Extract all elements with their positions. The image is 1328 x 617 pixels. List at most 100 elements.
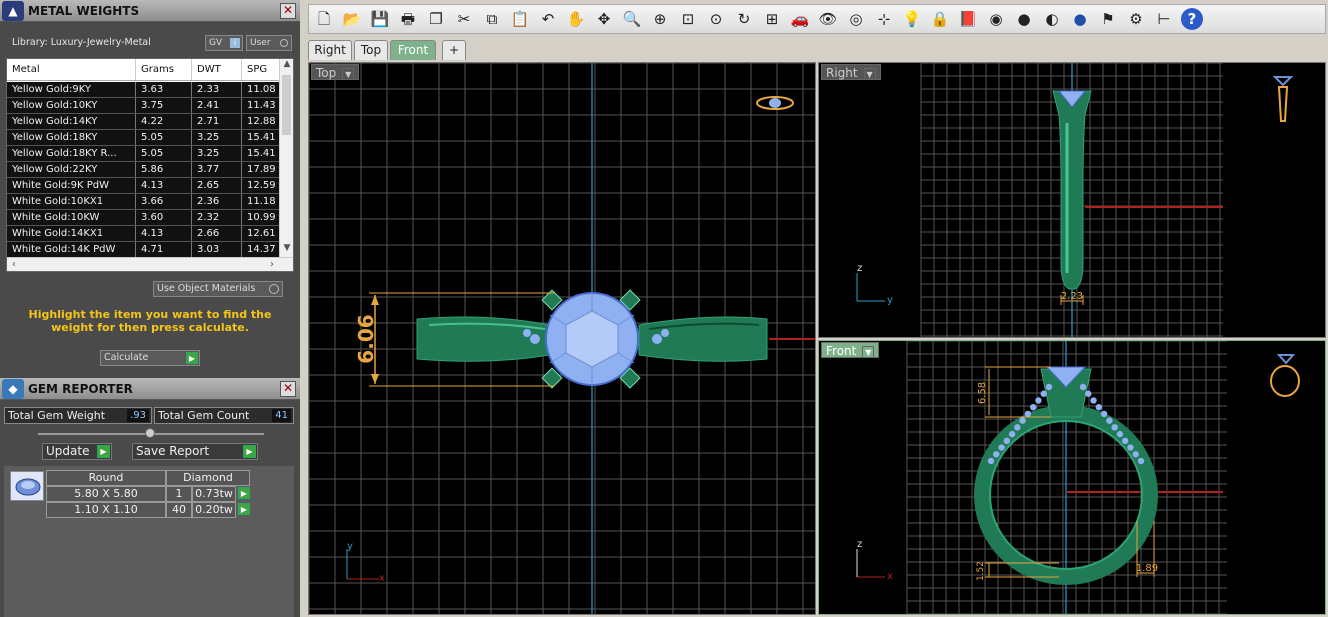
table-cell: 4.13 — [136, 226, 192, 241]
side-stone — [987, 457, 995, 465]
table-row[interactable]: White Gold:10KW 3.60 2.32 10.99 — [7, 210, 281, 226]
size-slider[interactable] — [38, 428, 264, 438]
zoom-window-icon[interactable]: ⊕ — [649, 8, 671, 30]
table-row[interactable]: Yellow Gold:18KY R... 5.05 3.25 15.41 — [7, 146, 281, 162]
gem-table-header: Round Diamond — [46, 470, 270, 486]
new-file-icon[interactable]: 🗋 — [313, 8, 335, 30]
total-gem-count-field: Total Gem Count 41 — [154, 407, 294, 424]
cut-icon[interactable]: ✂ — [453, 8, 475, 30]
flag-icon[interactable]: ⚑ — [1097, 8, 1119, 30]
slider-handle[interactable] — [145, 428, 155, 438]
light-bulb-icon[interactable]: 💡 — [901, 8, 923, 30]
table-row[interactable]: Yellow Gold:14KY 4.22 2.71 12.88 — [7, 114, 281, 130]
table-cell: Yellow Gold:22KY — [7, 162, 136, 177]
layers-icon[interactable]: 📕 — [957, 8, 979, 30]
viewport-top-menu[interactable]: Top ▼ — [311, 64, 360, 80]
zoom-icon[interactable]: 🔍 — [621, 8, 643, 30]
table-row[interactable]: Yellow Gold:18KY 5.05 3.25 15.41 — [7, 130, 281, 146]
table-row[interactable]: Yellow Gold:22KY 5.86 3.77 17.89 — [7, 162, 281, 178]
blue-sphere-icon[interactable]: ● — [1069, 8, 1091, 30]
column-header-spg[interactable]: SPG — [242, 59, 280, 80]
column-header-metal[interactable]: Metal — [7, 59, 136, 80]
side-stone — [1100, 410, 1108, 418]
gem-row[interactable]: 1.10 X 1.10 40 0.20tw ▶ — [46, 502, 270, 518]
copy-view-icon[interactable]: ❐ — [425, 8, 447, 30]
table-cell: 2.32 — [192, 210, 242, 225]
rotate-view-icon[interactable]: ↻ — [733, 8, 755, 30]
help-icon[interactable]: ? — [1181, 8, 1203, 30]
vertical-scrollbar[interactable]: ▲ ▼ — [279, 59, 293, 257]
lock-icon[interactable]: 🔒 — [929, 8, 951, 30]
paste-icon[interactable]: 📋 — [509, 8, 531, 30]
move-icon[interactable]: ✥ — [593, 8, 615, 30]
add-tab-button[interactable]: + — [442, 40, 466, 60]
gem-shape-header: Round — [46, 470, 166, 486]
matrix-logo-icon: ▲ — [2, 1, 24, 21]
table-row[interactable]: White Gold:14K PdW 4.71 3.03 14.37 — [7, 242, 281, 258]
eye-icon[interactable]: 👁 — [817, 8, 839, 30]
user-toggle[interactable]: User — [246, 35, 292, 51]
shaded-sphere-icon[interactable]: ◐ — [1041, 8, 1063, 30]
viewport-right[interactable]: 2.23 y z Right ▼ — [818, 62, 1326, 338]
metal-weights-titlebar: ▲ METAL WEIGHTS ✕ — [0, 0, 300, 22]
gem-row[interactable]: 5.80 X 5.80 1 0.73tw ▶ — [46, 486, 270, 502]
chevron-down-icon: ▼ — [342, 67, 355, 80]
open-folder-icon[interactable]: 📂 — [341, 8, 363, 30]
zoom-extents-icon[interactable]: ⊡ — [677, 8, 699, 30]
column-header-grams[interactable]: Grams — [136, 59, 192, 80]
play-arrow-icon[interactable]: ▶ — [238, 487, 250, 499]
gem-reporter-title: GEM REPORTER — [28, 382, 133, 396]
update-button[interactable]: Update ▶ — [42, 443, 112, 460]
target-icon[interactable]: ◎ — [845, 8, 867, 30]
gem-table: Round Diamond 5.80 X 5.80 1 0.73tw ▶ 1.1… — [46, 470, 270, 518]
table-row[interactable]: Yellow Gold:9KY 3.63 2.33 11.08 — [7, 82, 281, 98]
zoom-selected-icon[interactable]: ⊙ — [705, 8, 727, 30]
tab-right[interactable]: Right — [308, 40, 352, 60]
close-icon[interactable]: ✕ — [280, 3, 296, 19]
table-row[interactable]: Yellow Gold:10KY 3.75 2.41 11.43 — [7, 98, 281, 114]
viewport-right-menu[interactable]: Right ▼ — [821, 64, 881, 80]
table-cell: 2.66 — [192, 226, 242, 241]
print-icon[interactable]: 🖶 — [397, 8, 419, 30]
table-cell: 10.99 — [242, 210, 280, 225]
four-views-icon[interactable]: ⊞ — [761, 8, 783, 30]
viewport-front[interactable]: 6.58 1.52 1.89 x z Front ▼ — [818, 340, 1326, 615]
table-cell: 12.61 — [242, 226, 280, 241]
scroll-thumb[interactable] — [282, 75, 291, 135]
viewport-top-label: Top — [316, 66, 337, 80]
copy-icon[interactable]: ⧉ — [481, 8, 503, 30]
pan-hand-icon[interactable]: ✋ — [565, 8, 587, 30]
gv-toggle[interactable]: GV i — [205, 35, 243, 51]
scroll-right-icon[interactable]: › — [265, 258, 279, 271]
scroll-up-icon[interactable]: ▲ — [280, 59, 293, 73]
round-diamond-thumbnail[interactable] — [10, 471, 44, 501]
play-arrow-icon[interactable]: ▶ — [238, 503, 250, 515]
table-cell: 11.18 — [242, 194, 280, 209]
color-wheel-icon[interactable]: ◉ — [985, 8, 1007, 30]
dimension-icon[interactable]: ⊢ — [1153, 8, 1175, 30]
table-row[interactable]: White Gold:10KX1 3.66 2.36 11.18 — [7, 194, 281, 210]
update-label: Update — [46, 444, 90, 458]
tab-top[interactable]: Top — [354, 40, 388, 60]
save-report-button[interactable]: Save Report ▶ — [132, 443, 258, 460]
table-row[interactable]: White Gold:14KX1 4.13 2.66 12.61 — [7, 226, 281, 242]
car-icon[interactable]: 🚗 — [789, 8, 811, 30]
viewport-front-menu[interactable]: Front ▼ — [821, 342, 880, 358]
render-sphere-icon[interactable]: ● — [1013, 8, 1035, 30]
use-object-materials-toggle[interactable]: Use Object Materials — [153, 281, 283, 297]
info-icon: i — [230, 38, 240, 48]
close-icon[interactable]: ✕ — [280, 381, 296, 397]
column-header-dwt[interactable]: DWT — [192, 59, 242, 80]
tab-front[interactable]: Front — [390, 40, 436, 60]
gem-weight: 0.20tw — [192, 502, 236, 518]
table-row[interactable]: White Gold:9K PdW 4.13 2.65 12.59 — [7, 178, 281, 194]
calculate-button[interactable]: Calculate ▶ — [100, 350, 200, 366]
scroll-down-icon[interactable]: ▼ — [280, 243, 293, 257]
snap-icon[interactable]: ⊹ — [873, 8, 895, 30]
save-icon[interactable]: 💾 — [369, 8, 391, 30]
settings-gear-icon[interactable]: ⚙ — [1125, 8, 1147, 30]
viewport-top[interactable]: 6.06 x y Top ▼ — [308, 62, 816, 615]
horizontal-scrollbar[interactable]: ‹ › — [7, 257, 293, 271]
undo-icon[interactable]: ↶ — [537, 8, 559, 30]
scroll-left-icon[interactable]: ‹ — [7, 258, 21, 271]
